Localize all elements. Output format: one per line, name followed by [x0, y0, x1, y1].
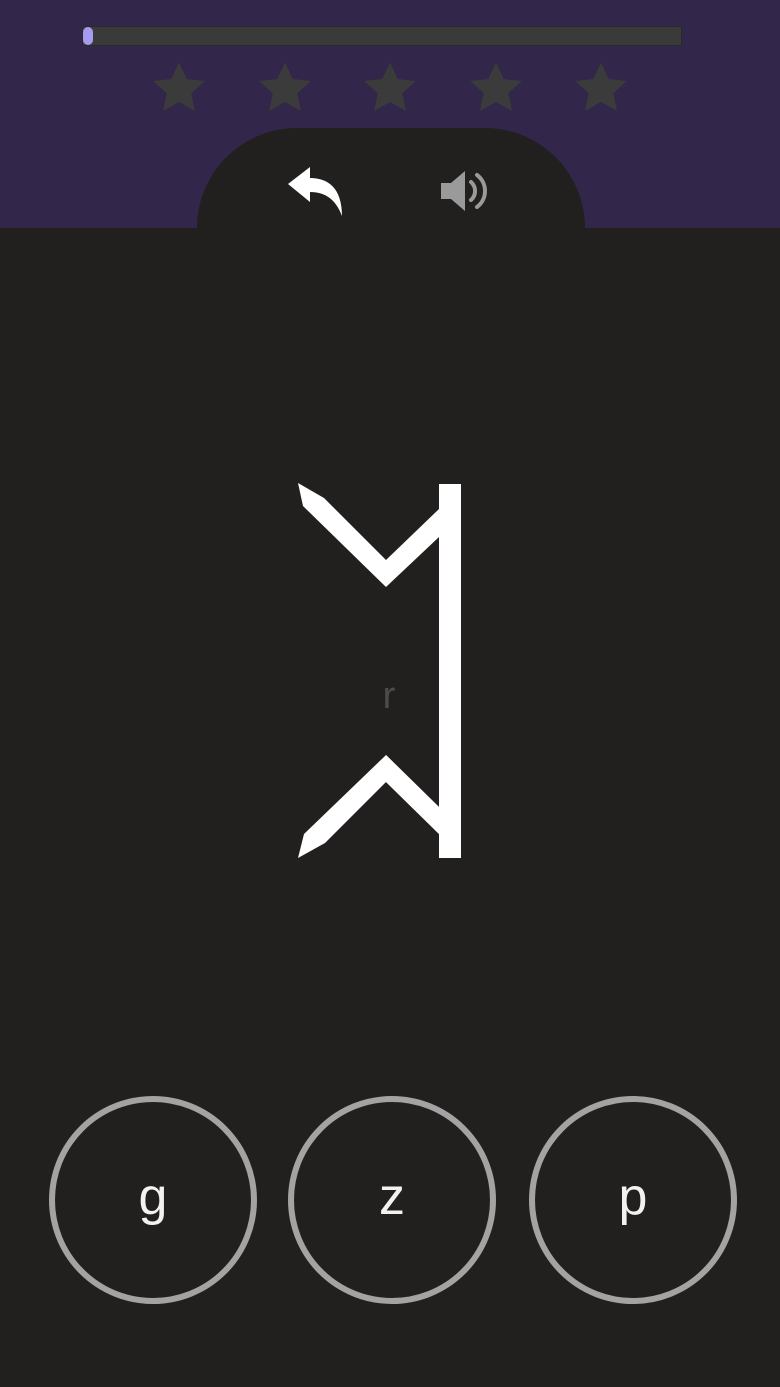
star-icon: [147, 56, 211, 120]
progress-fill: [83, 27, 93, 45]
answer-button-1[interactable]: g: [49, 1096, 257, 1304]
sound-button[interactable]: [432, 160, 498, 222]
star-icon: [464, 56, 528, 120]
answer-choices: g z p: [0, 1096, 780, 1304]
answer-button-2[interactable]: z: [288, 1096, 496, 1304]
controls-panel: [197, 128, 585, 268]
speaker-icon: [441, 171, 487, 211]
progress-bar: [82, 26, 682, 46]
star-icon: [569, 56, 633, 120]
answer-label: z: [379, 1168, 405, 1226]
star-icon: [253, 56, 317, 120]
answer-button-3[interactable]: p: [529, 1096, 737, 1304]
undo-arrow-icon: [288, 167, 342, 216]
star-icon: [358, 56, 422, 120]
answer-label: p: [618, 1168, 648, 1226]
app-screen: r g z p: [0, 0, 780, 1387]
answer-label: g: [138, 1168, 168, 1226]
hint-text: r: [200, 675, 580, 718]
undo-button[interactable]: [280, 160, 350, 222]
hint-letter: r: [382, 675, 398, 717]
rune-glyph-icon: [298, 483, 461, 858]
rune-display: r: [200, 460, 580, 880]
star-rating: [147, 56, 633, 120]
